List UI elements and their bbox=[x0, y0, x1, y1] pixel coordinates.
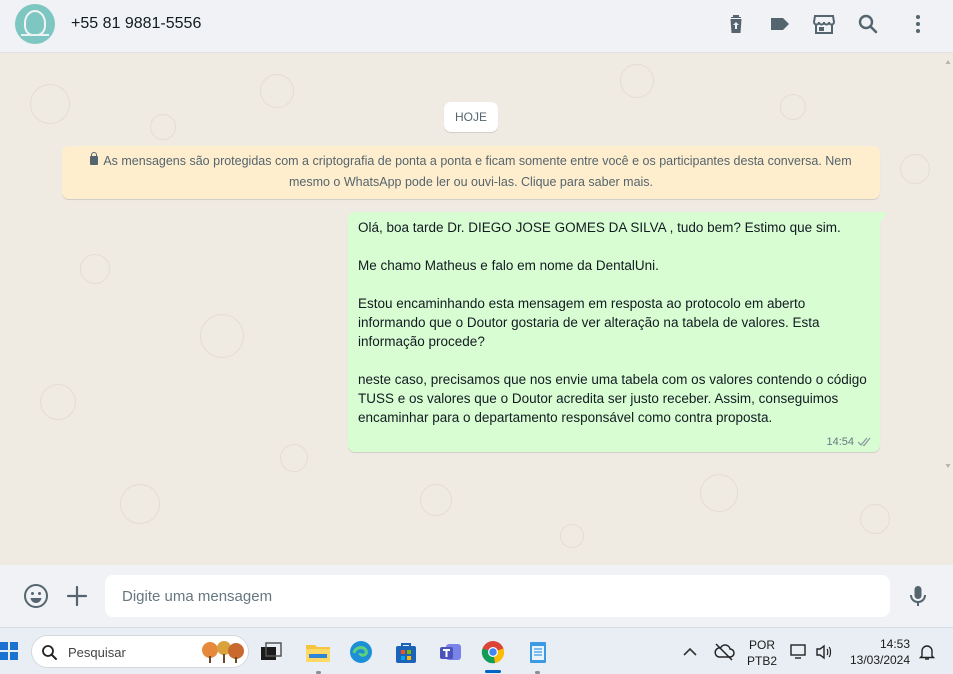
message-time: 14:54 bbox=[826, 436, 854, 448]
microsoft-store-icon[interactable] bbox=[393, 639, 419, 665]
teams-icon[interactable] bbox=[438, 639, 464, 665]
windows-taskbar: Pesquisar POR PTB2 14:53 13/03/2024 bbox=[0, 627, 953, 674]
trees-widget-icon bbox=[202, 641, 244, 663]
message-input[interactable] bbox=[105, 575, 890, 617]
tooth-logo-icon bbox=[24, 10, 46, 36]
lock-icon bbox=[90, 152, 99, 165]
contact-avatar[interactable] bbox=[15, 4, 55, 44]
chrome-icon[interactable] bbox=[480, 639, 506, 665]
clock[interactable]: 14:53 13/03/2024 bbox=[846, 636, 914, 668]
encryption-notice[interactable]: As mensagens são protegidas com a cripto… bbox=[62, 146, 880, 199]
scroll-arrows[interactable] bbox=[945, 58, 951, 470]
chevron-up-icon[interactable] bbox=[680, 642, 700, 662]
message-paragraph: Estou encaminhando esta mensagem em resp… bbox=[358, 296, 820, 349]
chat-area[interactable]: HOJE As mensagens são protegidas com a c… bbox=[0, 54, 953, 565]
emoji-icon[interactable] bbox=[23, 583, 49, 609]
windows-start-icon[interactable] bbox=[0, 641, 18, 661]
chat-header: +55 81 9881-5556 bbox=[0, 0, 953, 53]
microphone-icon[interactable] bbox=[905, 583, 931, 609]
taskbar-search[interactable]: Pesquisar bbox=[31, 635, 249, 668]
message-meta: 14:54 bbox=[826, 436, 872, 448]
message-input-box[interactable] bbox=[105, 575, 890, 617]
label-icon[interactable] bbox=[768, 12, 792, 36]
notification-bell-icon[interactable] bbox=[917, 642, 937, 662]
store-icon[interactable] bbox=[812, 12, 836, 36]
file-explorer-icon[interactable] bbox=[305, 639, 331, 665]
network-icon[interactable] bbox=[789, 642, 809, 662]
contact-name[interactable]: +55 81 9881-5556 bbox=[71, 15, 201, 33]
trash-icon[interactable] bbox=[724, 12, 748, 36]
double-check-icon bbox=[857, 437, 871, 447]
message-paragraph: Me chamo Matheus e falo em nome da Denta… bbox=[358, 258, 659, 273]
search-icon bbox=[42, 645, 57, 660]
task-view-icon[interactable] bbox=[258, 639, 284, 665]
volume-icon[interactable] bbox=[814, 642, 834, 662]
notepad-icon[interactable] bbox=[525, 639, 551, 665]
keyboard-language[interactable]: POR PTB2 bbox=[746, 637, 778, 669]
message-composer bbox=[0, 565, 953, 627]
date-divider: HOJE bbox=[444, 102, 498, 132]
search-placeholder: Pesquisar bbox=[68, 645, 126, 660]
cloud-offline-icon[interactable] bbox=[713, 641, 735, 663]
message-paragraph: neste caso, precisamos que nos envie uma… bbox=[358, 372, 867, 425]
attach-plus-icon[interactable] bbox=[64, 583, 90, 609]
message-paragraph: Olá, boa tarde Dr. DIEGO JOSE GOMES DA S… bbox=[358, 220, 841, 235]
outgoing-message[interactable]: Olá, boa tarde Dr. DIEGO JOSE GOMES DA S… bbox=[348, 212, 887, 452]
search-icon[interactable] bbox=[856, 12, 880, 36]
menu-icon[interactable] bbox=[906, 12, 930, 36]
edge-browser-icon[interactable] bbox=[348, 639, 374, 665]
